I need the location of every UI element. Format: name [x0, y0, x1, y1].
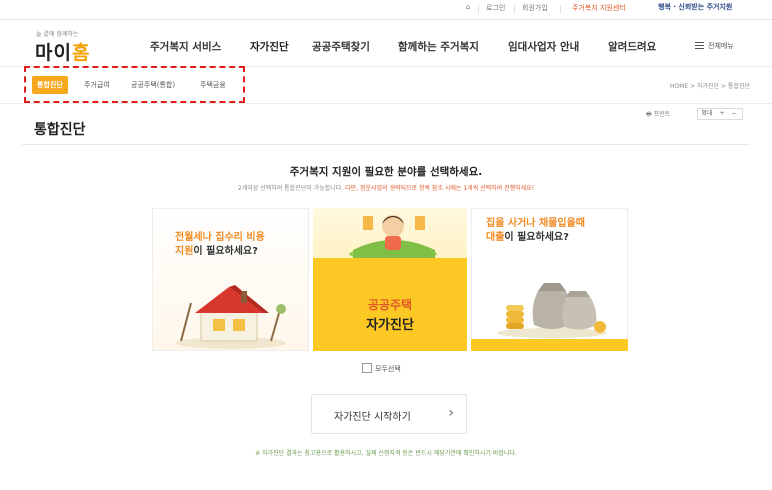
login-link[interactable]: 로그인 [486, 3, 505, 13]
print-button[interactable]: 🖶 프린트 [646, 109, 670, 120]
partner-logo[interactable]: 행복 · 신뢰받는 주거지원 [658, 2, 768, 16]
sub-note: 2개이상 선택하여 통합진단이 가능합니다. 다만, 정운사업의 생략되므로 항… [0, 183, 772, 192]
card-text: 집을 사거나 채물입을때 대출이 필요하세요? [486, 217, 585, 245]
card-housing-loan[interactable]: 집을 사거나 채물입을때 대출이 필요하세요? [471, 208, 628, 351]
divider [478, 5, 479, 13]
card-line2: 지원이 필요하세요? [175, 245, 265, 259]
card-line1: 집을 사거나 채물입을때 [486, 218, 585, 229]
all-menu-button[interactable]: 전체메뉴 [695, 41, 734, 51]
gnb-together[interactable]: 함께하는 주거복지 [398, 39, 479, 54]
card-title-bottom: 자가진단 [366, 318, 414, 333]
join-link[interactable]: 회원가입 [522, 3, 548, 13]
print-label: 프린트 [653, 111, 671, 118]
zoom-out-button[interactable]: − [728, 109, 740, 119]
house-illustration-icon [176, 285, 286, 349]
logo-name-main: 마이 [35, 42, 72, 64]
start-button-label: 자가진단 시작하기 [334, 412, 411, 423]
gnb-landlord[interactable]: 임대사업자 안내 [508, 39, 579, 54]
gnb-public-housing[interactable]: 공공주택찾기 [312, 39, 370, 54]
page: ⌂ 로그인 회원가입 주거복지 지원센터 행복 · 신뢰받는 주거지원 늘 곁에… [0, 0, 772, 490]
highlight-box [24, 66, 245, 103]
home-icon[interactable]: ⌂ [466, 3, 470, 11]
select-all-checkbox[interactable]: 모두선택 [362, 363, 401, 374]
title-divider [22, 144, 750, 145]
hamburger-icon [695, 42, 704, 49]
zoom-in-button[interactable]: + [716, 109, 728, 119]
card-line2: 대출이 필요하세요? [486, 231, 585, 245]
person-illustration-icon [349, 215, 437, 258]
card-line2-accent: 지원 [175, 246, 194, 257]
utility-bar: ⌂ 로그인 회원가입 주거복지 지원센터 행복 · 신뢰받는 주거지원 [0, 0, 772, 20]
checkbox-icon[interactable] [362, 363, 372, 373]
card-line1: 전월세나 집수리 비용 [175, 232, 265, 243]
money-bag-icon [497, 283, 607, 338]
select-all-label: 모두선택 [375, 365, 401, 373]
logo-tagline: 늘 곁에 함께하는 [36, 31, 79, 38]
card-text: 전월세나 집수리 비용 지원이 필요하세요? [175, 231, 265, 259]
all-menu-label: 전체메뉴 [708, 42, 734, 50]
header: 늘 곁에 함께하는 마이홈 주거복지 서비스 자가진단 공공주택찾기 함께하는 … [0, 20, 772, 66]
gnb-self-diagnosis[interactable]: 자가진단 [248, 39, 291, 56]
sub-note-text: 2개이상 선택하여 통합진단이 가능합니다. [237, 185, 344, 192]
logo-name-accent: 홈 [71, 42, 91, 64]
card-housing-cost-support[interactable]: 전월세나 집수리 비용 지원이 필요하세요? [152, 208, 309, 351]
divider [514, 5, 515, 13]
zoom-label: 확대 [701, 110, 713, 117]
card-line2-accent: 대출 [486, 232, 505, 243]
chevron-right-icon: › [448, 405, 454, 421]
card-line2-rest: 이 필요하세요? [504, 232, 569, 243]
site-logo[interactable]: 늘 곁에 함께하는 마이홈 [32, 26, 102, 64]
zoom-control: 확대 + − [697, 108, 743, 120]
card-public-housing[interactable]: 공공주택 자가진단 [313, 208, 470, 351]
page-title: 통합진단 [34, 122, 86, 138]
gnb-notice[interactable]: 알려드려요 [608, 39, 656, 54]
divider [560, 5, 561, 13]
card-title-top: 공공주택 [367, 298, 413, 312]
headline: 주거복지 지원이 필요한 분야를 선택하세요. [289, 166, 483, 178]
gnb-housing-welfare[interactable]: 주거복지 서비스 [150, 39, 221, 54]
sub-note-warning: 다만, 정운사업의 생략되므로 항목 참조 시에는 1개씩 선택하여 진행하세요… [345, 185, 535, 192]
logo-name: 마이홈 [35, 38, 90, 65]
breadcrumb: HOME > 자가진단 > 통합진단 [669, 83, 750, 90]
start-diagnosis-button[interactable]: 자가진단 시작하기 › [311, 394, 467, 434]
footnote: ※ 자가진단 결과는 참고용으로 활용하시고, 실제 신청자격 등은 반드시 해… [255, 450, 517, 457]
support-center-link[interactable]: 주거복지 지원센터 [572, 3, 626, 13]
card-line2-rest: 이 필요하세요? [193, 246, 258, 257]
card-yellow-strip [471, 339, 628, 351]
